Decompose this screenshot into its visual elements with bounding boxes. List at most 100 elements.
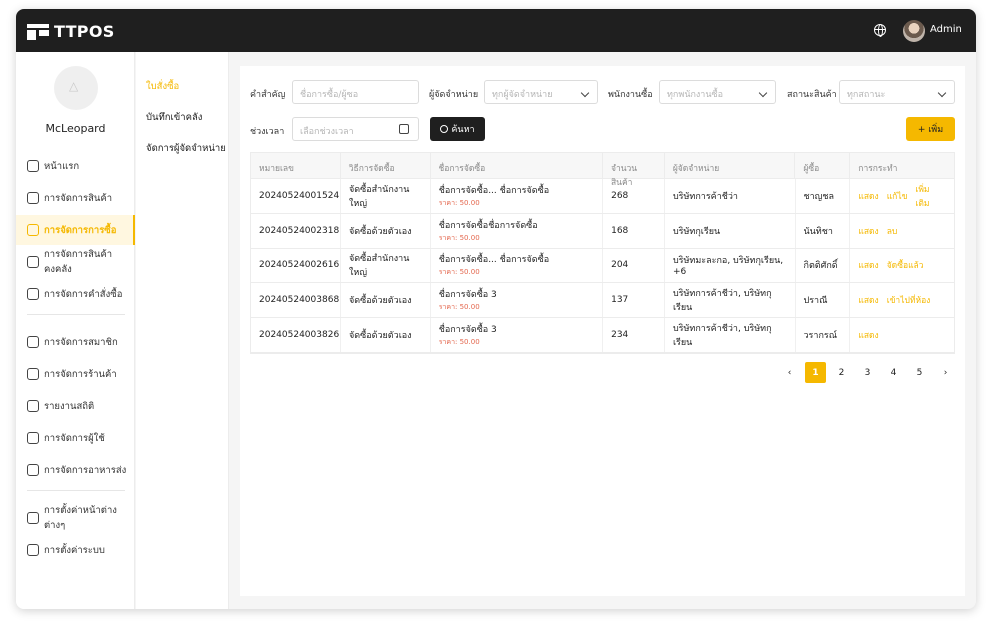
top-bar: TTPOS Admin bbox=[16, 9, 976, 52]
sidebar-item-9[interactable]: การจัดการอาหารส่ง bbox=[16, 455, 135, 485]
subnav-item-purchase-order[interactable]: ใบสั่งซื้อ bbox=[146, 79, 179, 94]
page-button[interactable]: 3 bbox=[857, 362, 878, 383]
sidebar-item-label: การจัดการร้านค้า bbox=[44, 368, 117, 380]
supplier-name: บริษัทมะละกอ, บริษัทกุเรียน, +6 bbox=[665, 248, 796, 283]
purchase-name-cell: ชื่อการจัดซื้อ 3 ราคา: 50.00 bbox=[431, 318, 604, 352]
chevron-down-icon bbox=[758, 88, 768, 98]
actions-cell: แสดง เข้าไปที่ห้อง bbox=[850, 283, 954, 317]
purchase-price: ราคา: 50.00 bbox=[438, 233, 480, 242]
user-name[interactable]: Admin bbox=[930, 24, 962, 35]
purchase-table: หมายเลข วิธีการจัดซื้อ ชื่อการจัดซื้อ จำนวน… bbox=[250, 152, 955, 354]
sidebar-item-label: การจัดการคำสั่งซื้อ bbox=[44, 288, 123, 300]
status-select-value: ทุกสถานะ bbox=[847, 90, 886, 100]
buyer-name: วรากรณ์ bbox=[796, 318, 851, 352]
sidebar-item-11[interactable]: การตั้งค่าระบบ bbox=[16, 535, 135, 565]
actions-cell: แสดง ลบ bbox=[850, 214, 954, 248]
sidebar-item-0[interactable]: หน้าแรก bbox=[16, 151, 135, 181]
order-number: 20240524002616 bbox=[251, 248, 341, 283]
purchase-method: จัดซื้อด้วยตัวเอง bbox=[341, 213, 431, 248]
subnav-item-stock-in[interactable]: บันทึกเข้าคลัง bbox=[146, 110, 202, 125]
sidebar-item-label: การจัดการสินค้าคงคลัง bbox=[44, 249, 113, 275]
buyer-name: ปราณี bbox=[796, 283, 851, 318]
action-link[interactable]: แสดง bbox=[858, 328, 878, 342]
avatar[interactable] bbox=[903, 20, 925, 42]
keyword-label: คำสำคัญ bbox=[250, 90, 286, 100]
app-logo[interactable]: TTPOS bbox=[27, 22, 115, 41]
logo-icon bbox=[27, 23, 49, 40]
action-link[interactable]: แสดง bbox=[858, 258, 878, 272]
profile-avatar[interactable] bbox=[54, 66, 98, 110]
buyer-select-value: ทุกพนักงานซื้อ bbox=[667, 90, 724, 100]
users-icon bbox=[27, 432, 39, 444]
prev-page-button[interactable]: ‹ bbox=[779, 362, 800, 383]
buyer-select[interactable]: ทุกพนักงานซื้อ bbox=[659, 80, 776, 104]
home-icon bbox=[27, 160, 39, 172]
table-row[interactable]: 20240524002616 จัดซื้อสำนักงานใหญ่ ชื่อการ… bbox=[251, 248, 954, 284]
gear-icon bbox=[27, 544, 39, 556]
sidebar: McLeopard หน้าแรกการจัดการสินค้าการจัดกา… bbox=[16, 52, 135, 609]
page-button[interactable]: 2 bbox=[831, 362, 852, 383]
keyword-input[interactable]: ชื่อการซื้อ/ผู้ซอ bbox=[292, 80, 419, 104]
sidebar-item-label: การจัดการสินค้า bbox=[44, 192, 113, 204]
purchase-name-cell: ชื่อการจัดซื้อชื่อการจัดซื้อ ราคา: 50.00 bbox=[431, 213, 604, 248]
sub-navigation: ใบสั่งซื้อ บันทึกเข้าคลัง จัดการผู้จัดจำ… bbox=[136, 52, 229, 609]
sidebar-item-label: การตั้งค่าหน้าต่างต่างๆ bbox=[44, 505, 117, 531]
subnav-item-supplier[interactable]: จัดการผู้จัดจำหน่าย bbox=[146, 141, 226, 156]
action-link[interactable]: แสดง bbox=[858, 293, 878, 307]
action-link[interactable]: เพิ่มเติม bbox=[915, 182, 938, 210]
column-header: วิธีการจัดซื้อ bbox=[341, 153, 431, 178]
item-quantity: 168 bbox=[603, 213, 665, 248]
actions-cell: แสดง แก้ไข เพิ่มเติม bbox=[850, 179, 954, 213]
supplier-name: บริษัทกุเรียน bbox=[665, 213, 796, 248]
item-quantity: 268 bbox=[603, 179, 665, 213]
column-header: จำนวนสินค้า bbox=[603, 153, 665, 188]
member-icon bbox=[27, 336, 39, 348]
actions-cell: แสดง bbox=[850, 318, 954, 352]
box-icon bbox=[27, 192, 39, 204]
table-row[interactable]: 20240524002318 จัดซื้อด้วยตัวเอง ชื่อการจั… bbox=[251, 213, 954, 249]
period-input[interactable]: เลือกช่วงเวลา bbox=[292, 117, 419, 141]
supplier-name: บริษัทการค้าชีว่า bbox=[665, 179, 796, 213]
purchase-price: ราคา: 50.00 bbox=[438, 268, 480, 277]
sidebar-item-1[interactable]: การจัดการสินค้า bbox=[16, 183, 135, 213]
status-select[interactable]: ทุกสถานะ bbox=[839, 80, 955, 104]
next-page-button[interactable]: › bbox=[935, 362, 956, 383]
table-row[interactable]: 20240524003868 จัดซื้อด้วยตัวเอง ชื่อการจั… bbox=[251, 283, 954, 319]
sidebar-item-7[interactable]: รายงานสถิติ bbox=[16, 391, 135, 421]
cart-icon bbox=[27, 224, 39, 236]
action-link[interactable]: แสดง bbox=[858, 224, 878, 238]
table-row[interactable]: 20240524001524 จัดซื้อสำนักงานใหญ่ ชื่อการ… bbox=[251, 179, 954, 214]
page-button[interactable]: 5 bbox=[909, 362, 930, 383]
sidebar-item-10[interactable]: การตั้งค่าหน้าต่างต่างๆ bbox=[16, 503, 135, 533]
table-header: หมายเลข วิธีการจัดซื้อ ชื่อการจัดซื้อ จำนวน… bbox=[251, 153, 954, 188]
search-button[interactable]: ค้นหา bbox=[430, 117, 485, 141]
calendar-icon bbox=[399, 124, 409, 134]
purchase-method: จัดซื้อด้วยตัวเอง bbox=[341, 283, 431, 318]
purchase-price: ราคา: 50.00 bbox=[438, 338, 480, 347]
action-link[interactable]: แสดง bbox=[858, 189, 878, 203]
globe-icon[interactable] bbox=[874, 24, 886, 37]
main-content: คำสำคัญ ชื่อการซื้อ/ผู้ซอ ผู้จัดจำหน่าย … bbox=[240, 66, 965, 596]
action-link[interactable]: แก้ไข bbox=[887, 189, 908, 203]
action-link[interactable]: จัดซื้อแล้ว bbox=[887, 258, 924, 272]
table-row[interactable]: 20240524003826 จัดซื้อด้วยตัวเอง ชื่อการจั… bbox=[251, 318, 954, 353]
sidebar-item-8[interactable]: การจัดการผู้ใช้ bbox=[16, 423, 135, 453]
sidebar-item-5[interactable]: การจัดการสมาชิก bbox=[16, 327, 135, 357]
sidebar-item-6[interactable]: การจัดการร้านค้า bbox=[16, 359, 135, 389]
purchase-name: ชื่อการจัดซื้อ 3 bbox=[438, 290, 497, 301]
order-number: 20240524003826 bbox=[251, 318, 341, 352]
sidebar-item-2[interactable]: การจัดการการซื้อ bbox=[16, 215, 135, 245]
add-button[interactable]: + เพิ่ม bbox=[906, 117, 955, 141]
supplier-select-value: ทุกผู้จัดจำหน่าย bbox=[492, 90, 553, 100]
status-label: สถานะสินค้า bbox=[787, 90, 837, 100]
purchase-name: ชื่อการจัดซื้อ... ชื่อการจัดซื้อ bbox=[438, 185, 550, 196]
sidebar-item-3[interactable]: การจัดการสินค้าคงคลัง bbox=[16, 247, 135, 277]
sidebar-item-4[interactable]: การจัดการคำสั่งซื้อ bbox=[16, 279, 135, 309]
supplier-select[interactable]: ทุกผู้จัดจำหน่าย bbox=[484, 80, 598, 104]
app-window: TTPOS Admin McLeopard หน้าแรกการจัดการสิ… bbox=[16, 9, 976, 609]
search-icon bbox=[440, 125, 449, 133]
page-button[interactable]: 1 bbox=[805, 362, 826, 383]
action-link[interactable]: ลบ bbox=[887, 224, 898, 238]
action-link[interactable]: เข้าไปที่ห้อง bbox=[887, 293, 931, 307]
page-button[interactable]: 4 bbox=[883, 362, 904, 383]
